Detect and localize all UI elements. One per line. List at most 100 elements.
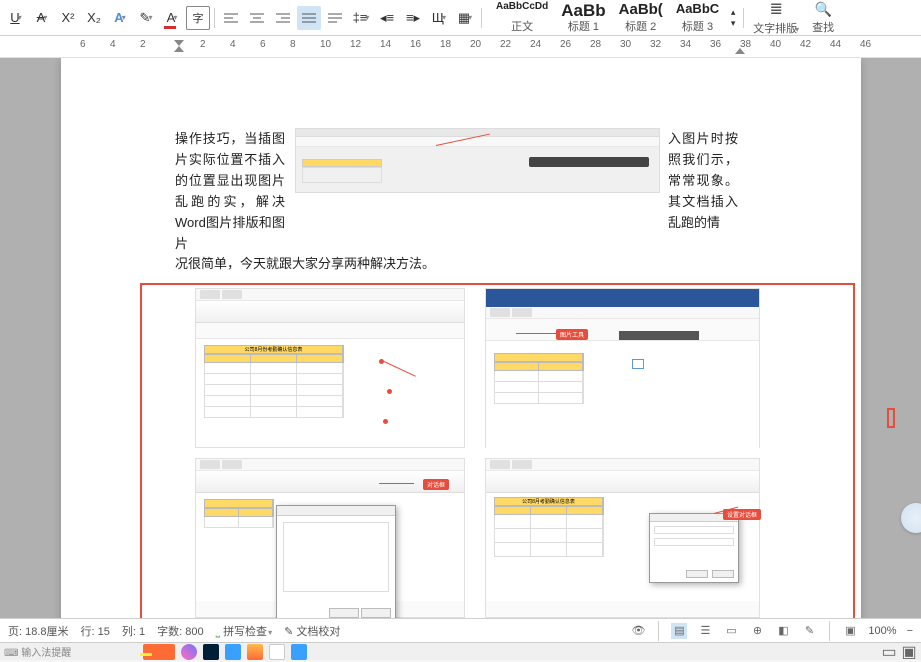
find-replace-button[interactable]: 🔍查找 — [806, 1, 840, 35]
status-bar: 页: 18.8厘米 行: 15 列: 1 字数: 800 ⎵ 拼写检查 ▾ ✎ … — [0, 618, 921, 642]
status-line: 行: 15 — [81, 623, 110, 639]
ruler-tick: 4 — [230, 39, 236, 50]
view-outline-icon[interactable]: ☰ — [697, 623, 713, 639]
ruler-tick: 12 — [350, 39, 361, 50]
body-text-left[interactable]: 操作技巧，当插图片实际位置不插入的位置显出现图片乱跑的实，解决 Word图片排版… — [175, 128, 285, 254]
font-effect-button[interactable]: A▾ — [108, 6, 132, 30]
ruler-tick: 40 — [770, 39, 781, 50]
styles-gallery: AaBbCcDd正文 AaBb标题 1 AaBb(标题 2 AaBbC标题 3 … — [490, 0, 840, 36]
ruler-tick: 28 — [590, 39, 601, 50]
taskbar-app-3[interactable] — [203, 644, 219, 660]
view-eye-icon[interactable]: 👁 — [630, 623, 646, 639]
text-layout-button[interactable]: ≣文字排版▾ — [747, 0, 805, 36]
line-spacing-button[interactable]: ‡≡▾ — [349, 6, 373, 30]
view-page-icon[interactable]: ▤ — [671, 623, 687, 639]
screenshot-thumb-2[interactable]: 图片工具 — [485, 288, 760, 448]
strikethrough-button[interactable]: A▾ — [30, 6, 54, 30]
find-icon: 🔍 — [814, 1, 831, 18]
align-left-button[interactable] — [219, 6, 243, 30]
horizontal-ruler[interactable]: 6422468101214161820222426283032343638404… — [0, 36, 921, 58]
style-h2[interactable]: AaBb(标题 2 — [613, 1, 669, 34]
view-read-icon[interactable]: ▭ — [723, 623, 739, 639]
ruler-tick: 2 — [200, 39, 206, 50]
mini-table-title: 公司8月份考勤确认信息表 — [204, 345, 344, 354]
ruler-tick: 18 — [440, 39, 451, 50]
indent-inc-icon: ≡▸ — [406, 10, 420, 26]
screenshot-thumb-4[interactable]: 公司8月考勤确认信息表 设置对话框 — [485, 458, 760, 618]
status-words[interactable]: 字数: 800 — [157, 623, 203, 639]
ruler-tick: 44 — [830, 39, 841, 50]
ruler-right-marker[interactable] — [735, 46, 745, 56]
status-col: 列: 1 — [122, 623, 145, 639]
ruler-indent-marker[interactable] — [174, 36, 184, 46]
align-center-button[interactable] — [245, 6, 269, 30]
taskbar-app-5[interactable] — [247, 644, 263, 660]
taskbar-app-7[interactable] — [291, 644, 307, 660]
document-canvas: 操作技巧，当插图片实际位置不插入的位置显出现图片乱跑的实，解决 Word图片排版… — [0, 58, 921, 618]
char-border-button[interactable]: 字 — [186, 6, 210, 30]
ruler-tick: 22 — [500, 39, 511, 50]
embedded-image-top[interactable] — [295, 128, 660, 193]
taskbar-app-4[interactable] — [225, 644, 241, 660]
indent-decrease-button[interactable]: ◂≡ — [375, 6, 399, 30]
style-h3[interactable]: AaBbC标题 3 — [670, 1, 725, 34]
ruler-tick: 46 — [860, 39, 871, 50]
tray-icon-2[interactable]: ▣ — [901, 644, 917, 660]
underline-button[interactable]: U▾ — [4, 6, 28, 30]
ruler-tick: 36 — [710, 39, 721, 50]
ruler-tick: 8 — [290, 39, 296, 50]
ruler-tick: 10 — [320, 39, 331, 50]
ruler-tick: 2 — [140, 39, 146, 50]
mini-dialog-2 — [649, 513, 739, 583]
body-text-right[interactable]: 入图片时按照我们示，常常现象。其文档插入乱跑的情 — [668, 128, 738, 233]
taskbar-app-1[interactable] — [143, 644, 175, 660]
view-web-icon[interactable]: ⊕ — [749, 623, 765, 639]
zoom-out-button[interactable]: − — [907, 625, 913, 637]
align-justify-button[interactable] — [297, 6, 321, 30]
style-normal[interactable]: AaBbCcDd正文 — [490, 1, 554, 34]
taskbar-app-2[interactable] — [181, 644, 197, 660]
border-button[interactable]: ▦▾ — [453, 6, 477, 30]
text-direction-button[interactable]: Щ▾ — [427, 6, 451, 30]
screenshot-thumb-1[interactable]: 公司8月份考勤确认信息表 — [195, 288, 465, 448]
cursor-marker — [887, 408, 895, 428]
proof-icon: ✎ — [284, 626, 293, 638]
zoom-level[interactable]: 100% — [868, 625, 896, 637]
zoom-fit-icon[interactable]: ▣ — [842, 623, 858, 639]
ruler-tick: 34 — [680, 39, 691, 50]
ruler-tick: 26 — [560, 39, 571, 50]
subscript-button[interactable]: X₂ — [82, 6, 106, 30]
ruler-tick: 30 — [620, 39, 631, 50]
taskbar-app-6[interactable] — [269, 644, 285, 660]
ruler-tick: 16 — [410, 39, 421, 50]
styles-more-button[interactable]: ▴▾ — [726, 6, 740, 30]
superscript-button[interactable]: X² — [56, 6, 80, 30]
body-text-bottom[interactable]: 况很简单，今天就跟大家分享两种解决方法。 — [175, 253, 435, 272]
ruler-tick: 42 — [800, 39, 811, 50]
formatting-toolbar: U▾ A▾ X² X₂ A▾ ✎▾ A▾ 字 ‡≡▾ ◂≡ ≡▸ Щ▾ ▦▾ A… — [0, 0, 921, 36]
screenshot-thumb-3[interactable]: 对话框 — [195, 458, 465, 618]
ruler-tick: 6 — [80, 39, 86, 50]
assistant-bubble[interactable] — [901, 503, 921, 533]
mini-dialog-1 — [276, 505, 396, 618]
view-print-icon[interactable]: ◧ — [775, 623, 791, 639]
input-method-icon[interactable]: ⌨ 输入法提醒 — [4, 644, 71, 660]
spell-check-button[interactable]: ⎵ 拼写检查 ▾ — [216, 623, 273, 639]
view-edit-icon[interactable]: ✎ — [801, 623, 817, 639]
distribute-button[interactable] — [323, 6, 347, 30]
taskbar: ⌨ 输入法提醒 ▭ ▣ — [0, 642, 921, 660]
doc-proof-button[interactable]: ✎ 文档校对 — [284, 623, 340, 639]
ruler-tick: 24 — [530, 39, 541, 50]
ruler-tick: 32 — [650, 39, 661, 50]
highlight-button[interactable]: ✎▾ — [134, 6, 158, 30]
tray-icon-1[interactable]: ▭ — [881, 644, 897, 660]
ruler-tick: 4 — [110, 39, 116, 50]
font-color-button[interactable]: A▾ — [160, 6, 184, 30]
status-page: 页: 18.8厘米 — [8, 623, 69, 639]
text-layout-icon: ≣ — [769, 0, 782, 19]
indent-increase-button[interactable]: ≡▸ — [401, 6, 425, 30]
align-right-button[interactable] — [271, 6, 295, 30]
ruler-tick: 20 — [470, 39, 481, 50]
ruler-tick: 14 — [380, 39, 391, 50]
style-h1[interactable]: AaBb标题 1 — [555, 1, 611, 34]
